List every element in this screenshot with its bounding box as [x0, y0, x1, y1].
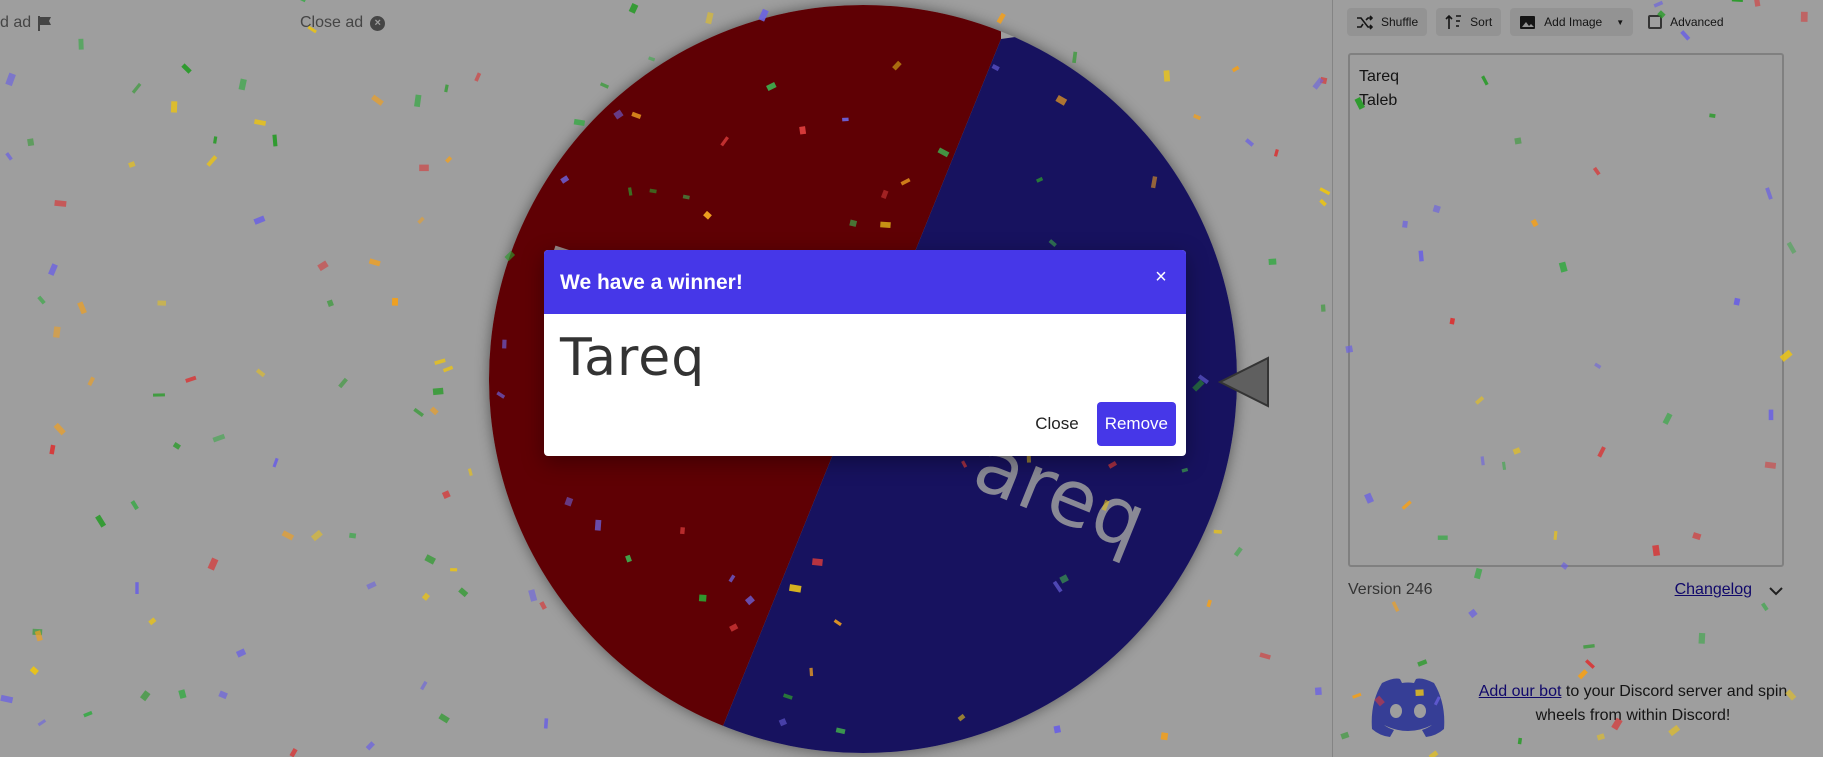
winner-dialog-title: We have a winner!	[560, 271, 743, 294]
close-icon[interactable]: ×	[1150, 266, 1172, 288]
close-button[interactable]: Close	[1027, 404, 1086, 444]
winner-name: Tareq	[560, 328, 706, 388]
winner-dialog-actions: Close Remove	[1027, 402, 1176, 446]
remove-button[interactable]: Remove	[1096, 402, 1176, 446]
winner-dialog-header: We have a winner! ×	[544, 250, 1186, 314]
winner-dialog: We have a winner! × Tareq Close Remove	[544, 250, 1186, 456]
